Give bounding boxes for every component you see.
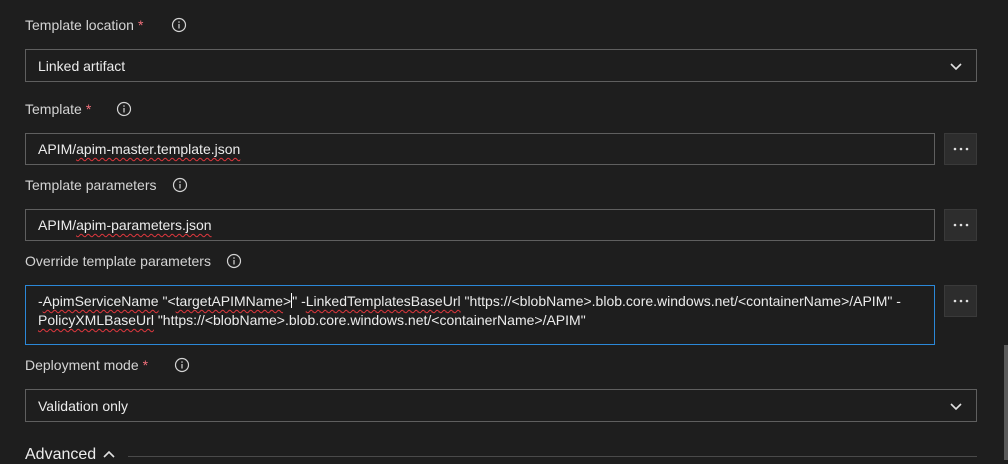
text-segment: PolicyXMLBaseUrl xyxy=(38,312,154,328)
text-segment: " - xyxy=(292,293,306,309)
chevron-down-icon xyxy=(948,58,964,74)
text-segment: "https://<blobName>.blob.core.windows.ne… xyxy=(460,293,901,309)
template-parameters-input[interactable]: APIM/apim-parameters.json xyxy=(25,209,935,241)
template-location-value: Linked artifact xyxy=(38,57,126,74)
override-parameters-label: Override template parameters xyxy=(25,253,211,269)
template-parameters-value-file: apim-parameters.json xyxy=(76,217,212,233)
template-parameters-label: Template parameters xyxy=(25,177,157,193)
deployment-mode-value: Validation only xyxy=(38,397,129,414)
advanced-section-toggle[interactable]: Advanced xyxy=(25,446,116,464)
template-label: Template xyxy=(25,101,82,117)
text-segment: > xyxy=(283,293,292,309)
deployment-mode-label: Deployment mode xyxy=(25,357,139,373)
override-parameters-label-row: Override template parameters xyxy=(25,251,242,271)
template-location-dropdown[interactable]: Linked artifact xyxy=(25,49,977,82)
template-browse-button[interactable] xyxy=(944,133,977,165)
ellipsis-icon xyxy=(953,147,968,151)
template-parameters-label-row: Template parameters xyxy=(25,175,188,195)
section-divider xyxy=(128,456,977,457)
chevron-down-icon xyxy=(948,398,964,414)
template-location-label: Template location xyxy=(25,17,134,33)
template-label-row: Template * xyxy=(25,99,132,119)
ellipsis-icon xyxy=(953,223,968,227)
template-parameters-value-prefix: APIM/ xyxy=(38,217,77,233)
text-segment: "https://<blobName>.blob.core.windows.ne… xyxy=(153,312,586,328)
text-segment: LinkedTemplatesBaseUrl xyxy=(305,293,461,309)
deployment-mode-dropdown[interactable]: Validation only xyxy=(25,389,977,422)
template-location-label-row: Template location * xyxy=(25,15,187,35)
override-parameters-textarea[interactable]: -ApimServiceName "<targetAPIMName>" -Lin… xyxy=(25,285,935,345)
template-input[interactable]: APIM/apim-master.template.json xyxy=(25,133,935,165)
info-icon[interactable] xyxy=(172,177,188,193)
required-asterisk: * xyxy=(85,101,92,117)
override-parameters-edit-button[interactable] xyxy=(944,285,977,317)
template-value-prefix: APIM/ xyxy=(38,141,77,157)
text-segment: "< xyxy=(158,293,176,309)
required-asterisk: * xyxy=(142,357,149,373)
info-icon[interactable] xyxy=(226,253,242,269)
required-asterisk: * xyxy=(137,17,144,33)
vertical-scrollbar[interactable] xyxy=(1004,345,1008,460)
text-segment: ApimServiceName xyxy=(42,293,159,309)
info-icon[interactable] xyxy=(116,101,132,117)
template-value-file: apim-master.template.json xyxy=(76,141,241,157)
template-parameters-browse-button[interactable] xyxy=(944,209,977,241)
deployment-mode-label-row: Deployment mode * xyxy=(25,355,190,375)
advanced-label: Advanced xyxy=(25,446,97,463)
ellipsis-icon xyxy=(953,299,968,303)
info-icon[interactable] xyxy=(171,17,187,33)
text-segment: targetAPIMName xyxy=(175,293,284,309)
info-icon[interactable] xyxy=(174,357,190,373)
